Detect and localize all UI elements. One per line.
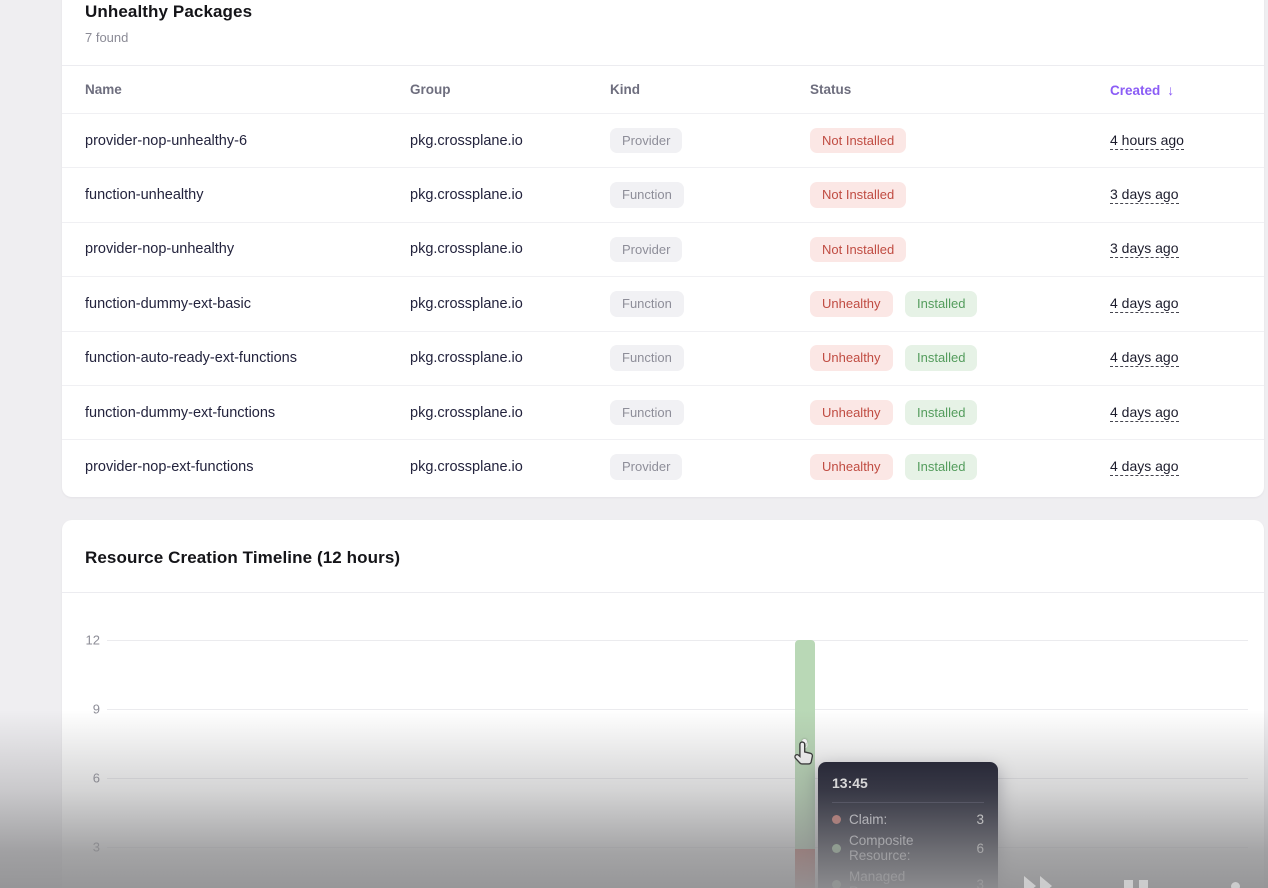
tooltip-value: 3 [976,877,984,888]
resource-timeline-card: Resource Creation Timeline (12 hours) 12… [62,520,1264,888]
package-name: function-auto-ready-ext-functions [85,350,410,366]
package-name: provider-nop-ext-functions [85,459,410,475]
tooltip-row-composite: Composite Resource: 6 [832,833,984,863]
tooltip-label: Claim: [849,812,968,827]
kind-badge: Function [610,182,684,208]
y-axis-tick-3: 3 [62,840,100,855]
y-axis-tick-9: 9 [62,702,100,717]
bar-segment-claim[interactable]: 3 [795,849,815,888]
kind-badge: Function [610,345,684,371]
column-header-kind[interactable]: Kind [610,82,810,97]
status-badge-not-installed: Not Installed [810,182,906,208]
table-row[interactable]: provider-nop-unhealthy pkg.crossplane.io… [62,222,1264,276]
table-row[interactable]: provider-nop-unhealthy-6 pkg.crossplane.… [62,113,1264,167]
kind-badge: Function [610,400,684,426]
status-badge-installed: Installed [905,291,977,317]
chart-tooltip: 13:45 Claim: 3 Composite Resource: 6 Man… [818,762,998,888]
gridline-12 [107,640,1248,641]
kind-badge: Provider [610,128,682,154]
status-badge-unhealthy: Unhealthy [810,345,893,371]
package-name: provider-nop-unhealthy-6 [85,133,410,149]
column-header-created[interactable]: Created ↓ [1110,82,1244,98]
created-link[interactable]: 4 days ago [1110,295,1179,313]
package-group: pkg.crossplane.io [410,187,610,203]
column-header-status[interactable]: Status [810,82,1110,97]
table-row[interactable]: provider-nop-ext-functions pkg.crossplan… [62,439,1264,493]
tooltip-row-managed: Managed Resource: 3 [832,869,984,888]
tooltip-value: 3 [976,812,984,827]
gridline-3 [107,847,1248,848]
y-axis-tick-6: 6 [62,771,100,786]
package-name: function-dummy-ext-functions [85,405,410,421]
tooltip-time: 13:45 [832,775,984,791]
managed-dot-icon [832,880,841,888]
package-group: pkg.crossplane.io [410,405,610,421]
package-group: pkg.crossplane.io [410,241,610,257]
status-badge-not-installed: Not Installed [810,237,906,263]
status-badge-not-installed: Not Installed [810,128,906,154]
tooltip-divider [832,802,984,803]
package-group: pkg.crossplane.io [410,296,610,312]
kind-badge: Provider [610,454,682,480]
package-group: pkg.crossplane.io [410,350,610,366]
y-axis-tick-12: 12 [62,633,100,648]
column-header-name[interactable]: Name [85,82,410,97]
tooltip-row-claim: Claim: 3 [832,812,984,827]
status-badge-installed: Installed [905,400,977,426]
created-link[interactable]: 4 days ago [1110,349,1179,367]
packages-card-header: Unhealthy Packages 7 found [62,0,1264,65]
gridline-9 [107,709,1248,710]
kind-badge: Provider [610,237,682,263]
status-badge-unhealthy: Unhealthy [810,291,893,317]
table-row[interactable]: function-dummy-ext-functions pkg.crosspl… [62,385,1264,439]
tooltip-label: Managed Resource: [849,869,968,888]
status-badge-installed: Installed [905,345,977,371]
packages-title: Unhealthy Packages [85,2,1240,22]
package-name: provider-nop-unhealthy [85,241,410,257]
column-header-group[interactable]: Group [410,82,610,97]
sort-descending-icon: ↓ [1167,82,1174,98]
status-badge-installed: Installed [905,454,977,480]
package-name: function-unhealthy [85,187,410,203]
created-link[interactable]: 4 days ago [1110,404,1179,422]
hand-cursor-icon [793,740,817,766]
claim-dot-icon [832,815,841,824]
created-link[interactable]: 3 days ago [1110,240,1179,258]
tooltip-value: 6 [976,841,984,856]
unhealthy-packages-card: Unhealthy Packages 7 found Name Group Ki… [62,0,1264,497]
package-group: pkg.crossplane.io [410,133,610,149]
timeline-title: Resource Creation Timeline (12 hours) [85,548,1240,568]
created-header-label: Created [1110,83,1160,98]
timeline-card-header: Resource Creation Timeline (12 hours) [62,520,1264,592]
package-name: function-dummy-ext-basic [85,296,410,312]
tooltip-label: Composite Resource: [849,833,968,863]
table-header-row: Name Group Kind Status Created ↓ [62,66,1264,113]
package-group: pkg.crossplane.io [410,459,610,475]
kind-badge: Function [610,291,684,317]
status-badge-unhealthy: Unhealthy [810,400,893,426]
gridline-6 [107,778,1248,779]
created-link[interactable]: 4 hours ago [1110,132,1184,150]
table-row[interactable]: function-dummy-ext-basic pkg.crossplane.… [62,276,1264,330]
table-row[interactable]: function-unhealthy pkg.crossplane.io Fun… [62,167,1264,221]
created-link[interactable]: 3 days ago [1110,186,1179,204]
status-badge-unhealthy: Unhealthy [810,454,893,480]
table-row[interactable]: function-auto-ready-ext-functions pkg.cr… [62,331,1264,385]
created-link[interactable]: 4 days ago [1110,458,1179,476]
timeline-chart: 12 9 6 3 9 3 13:45 Claim: 3 Composite Re… [62,593,1264,888]
composite-dot-icon [832,844,841,853]
packages-count: 7 found [85,30,1240,45]
